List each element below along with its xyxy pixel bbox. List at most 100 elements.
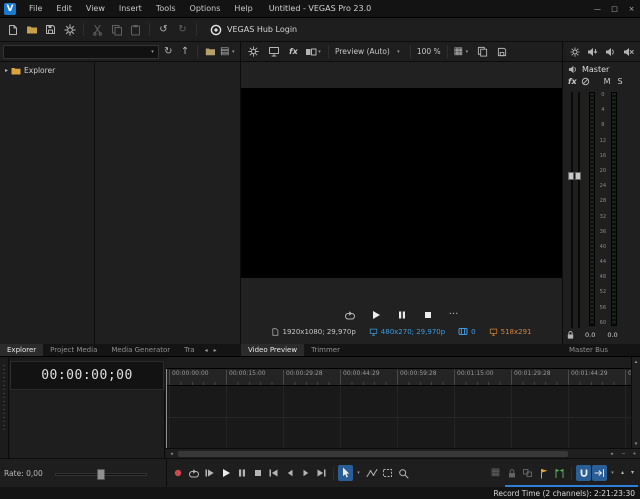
automation-icon[interactable]: [581, 77, 590, 86]
vertical-scrollbar[interactable]: ▴ ▾: [631, 357, 640, 448]
playhead-cursor[interactable]: [166, 369, 167, 448]
selection-edit-tool-button[interactable]: [380, 465, 395, 481]
tab-scroll-left-button[interactable]: ◂: [202, 344, 211, 356]
more-tools-dropdown[interactable]: ▾: [608, 465, 617, 481]
copy-button[interactable]: [108, 21, 125, 39]
scroll-left-button[interactable]: ◂: [166, 449, 177, 459]
tab-trimmer[interactable]: Trimmer: [304, 344, 347, 356]
cut-button[interactable]: [89, 21, 106, 39]
mute-output-button[interactable]: [621, 43, 636, 61]
play-button[interactable]: [218, 465, 233, 481]
previous-frame-button[interactable]: [282, 465, 297, 481]
preview-stop-button[interactable]: [419, 306, 436, 324]
split-screen-view-button[interactable]: ▾: [305, 43, 322, 61]
paste-button[interactable]: [127, 21, 144, 39]
auto-ripple-button[interactable]: [592, 465, 607, 481]
normal-edit-tool-button[interactable]: [338, 465, 353, 481]
menu-view[interactable]: View: [79, 0, 112, 18]
horizontal-scrollbar[interactable]: ◂ ▸ − +: [166, 448, 640, 458]
marker-nav-down-button[interactable]: ▾: [628, 465, 637, 481]
scrollbar-thumb[interactable]: [178, 451, 568, 457]
rate-slider[interactable]: [55, 473, 147, 476]
fader-track-left[interactable]: [571, 92, 573, 328]
open-project-button[interactable]: [23, 21, 40, 39]
menu-edit[interactable]: Edit: [49, 0, 79, 18]
record-button[interactable]: [170, 465, 185, 481]
marker-nav-up-button[interactable]: ▴: [618, 465, 627, 481]
go-to-start-button[interactable]: [266, 465, 281, 481]
explorer-tree[interactable]: ▸ Explorer: [0, 62, 95, 344]
address-combo[interactable]: ▾: [3, 45, 159, 59]
rate-slider-handle[interactable]: [97, 469, 105, 480]
preview-quality-dropdown[interactable]: Preview (Auto) ▾: [335, 47, 404, 56]
scroll-up-button[interactable]: ▴: [632, 357, 640, 366]
track-view[interactable]: [166, 386, 631, 448]
dim-output-button[interactable]: [603, 43, 618, 61]
grid-overlay-button[interactable]: ▦▾: [454, 43, 471, 61]
save-snapshot-button[interactable]: [494, 43, 511, 61]
tab-project-media[interactable]: Project Media: [43, 344, 104, 356]
views-button[interactable]: ▤▾: [220, 43, 237, 61]
marker-bar[interactable]: [166, 357, 631, 369]
tab-master-bus[interactable]: Master Bus: [562, 344, 615, 356]
edit-tool-dropdown[interactable]: ▾: [354, 465, 363, 481]
tab-scroll-right-button[interactable]: ▸: [211, 344, 220, 356]
tab-media-generator[interactable]: Media Generator: [104, 344, 177, 356]
menu-help[interactable]: Help: [227, 0, 259, 18]
menu-file[interactable]: File: [22, 0, 49, 18]
quantize-to-frames-button[interactable]: ▦: [488, 465, 503, 481]
volume-fader-left[interactable]: [568, 172, 574, 180]
scroll-right-button[interactable]: ▸: [607, 449, 618, 459]
external-monitor-button[interactable]: [265, 43, 282, 61]
up-one-level-button[interactable]: ↑: [178, 43, 193, 61]
zoom-out-button[interactable]: −: [618, 449, 629, 459]
preview-pause-button[interactable]: [393, 306, 410, 324]
envelope-edit-tool-button[interactable]: [364, 465, 379, 481]
maximize-button[interactable]: □: [606, 0, 623, 18]
minimize-button[interactable]: —: [589, 0, 606, 18]
insert-region-button[interactable]: [552, 465, 567, 481]
stop-button[interactable]: [250, 465, 265, 481]
preview-zoom-dropdown[interactable]: 100 %: [417, 47, 441, 56]
ignore-event-grouping-button[interactable]: [520, 465, 535, 481]
redo-button[interactable]: ↻: [174, 21, 191, 39]
new-folder-button[interactable]: [203, 43, 218, 61]
play-from-start-button[interactable]: [202, 465, 217, 481]
insert-marker-button[interactable]: [536, 465, 551, 481]
go-to-end-button[interactable]: [314, 465, 329, 481]
time-display[interactable]: 00:00:00;00: [10, 361, 164, 390]
close-button[interactable]: ×: [623, 0, 640, 18]
lock-icon[interactable]: [566, 330, 575, 340]
save-project-button[interactable]: [42, 21, 59, 39]
zoom-in-button[interactable]: +: [629, 449, 640, 459]
project-properties-button[interactable]: [61, 21, 78, 39]
master-properties-button[interactable]: [567, 43, 582, 61]
scrollbar-track[interactable]: [177, 450, 607, 458]
tab-explorer[interactable]: Explorer: [0, 344, 43, 356]
solo-button[interactable]: S: [618, 77, 623, 86]
menu-insert[interactable]: Insert: [112, 0, 149, 18]
vegas-hub-login-button[interactable]: VEGAS Hub Login: [210, 24, 297, 36]
menu-tools[interactable]: Tools: [149, 0, 183, 18]
marker-tool-strip[interactable]: [0, 357, 9, 458]
tab-transitions[interactable]: Tra: [177, 344, 201, 356]
zoom-edit-tool-button[interactable]: [396, 465, 411, 481]
video-output-fx-button[interactable]: fx: [285, 43, 302, 61]
explorer-file-list[interactable]: [96, 62, 240, 344]
copy-snapshot-button[interactable]: [474, 43, 491, 61]
menu-options[interactable]: Options: [183, 0, 228, 18]
fader-track-right[interactable]: [578, 92, 580, 328]
preview-loop-button[interactable]: [341, 306, 358, 324]
loop-playback-button[interactable]: [186, 465, 201, 481]
preview-project-properties-button[interactable]: [245, 43, 262, 61]
enable-snapping-button[interactable]: [576, 465, 591, 481]
scroll-down-button[interactable]: ▾: [632, 439, 640, 448]
lock-envelopes-button[interactable]: [504, 465, 519, 481]
tab-video-preview[interactable]: Video Preview: [241, 344, 304, 356]
undo-button[interactable]: ↺: [155, 21, 172, 39]
tree-item-explorer[interactable]: ▸ Explorer: [0, 62, 94, 75]
insert-fx-button[interactable]: fx: [568, 77, 577, 86]
volume-fader-right[interactable]: [575, 172, 581, 180]
mute-button[interactable]: M: [604, 77, 611, 86]
track-list[interactable]: [10, 391, 165, 458]
